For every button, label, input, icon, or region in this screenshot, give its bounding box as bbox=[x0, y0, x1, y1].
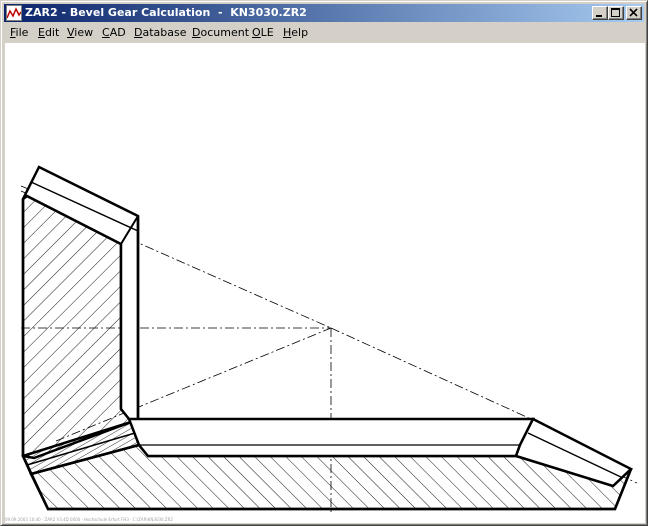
menu-bar: File Edit View CAD Database Document OLE… bbox=[4, 23, 644, 42]
pinion-section bbox=[21, 165, 141, 476]
menu-help[interactable]: Help bbox=[283, 26, 308, 40]
menu-ole[interactable]: OLE bbox=[252, 26, 274, 40]
drawing-footer-text: 09.09.2003 10:40 · ZAR2 V3.4D 0000 · Hoc… bbox=[5, 517, 173, 522]
close-icon bbox=[629, 8, 638, 17]
app-window: ZAR2 - Bevel Gear Calculation - KN3030.Z… bbox=[0, 0, 648, 526]
title-bar[interactable]: ZAR2 - Bevel Gear Calculation - KN3030.Z… bbox=[4, 4, 644, 22]
close-button[interactable] bbox=[626, 6, 642, 20]
minimize-button[interactable] bbox=[592, 6, 608, 20]
menu-cad[interactable]: CAD bbox=[102, 26, 126, 40]
zar2-app-icon bbox=[6, 5, 22, 21]
menu-edit[interactable]: Edit bbox=[38, 26, 59, 40]
maximize-icon bbox=[611, 8, 620, 17]
drawing-canvas[interactable] bbox=[5, 43, 645, 523]
menu-database[interactable]: Database bbox=[134, 26, 187, 40]
minimize-icon bbox=[596, 15, 602, 17]
window-title: ZAR2 - Bevel Gear Calculation - KN3030.Z… bbox=[25, 6, 307, 19]
menu-file[interactable]: File bbox=[10, 26, 28, 40]
menu-document[interactable]: Document bbox=[192, 26, 249, 40]
bevel-gear-drawing bbox=[20, 165, 638, 513]
maximize-button[interactable] bbox=[608, 6, 624, 20]
menu-view[interactable]: View bbox=[67, 26, 93, 40]
